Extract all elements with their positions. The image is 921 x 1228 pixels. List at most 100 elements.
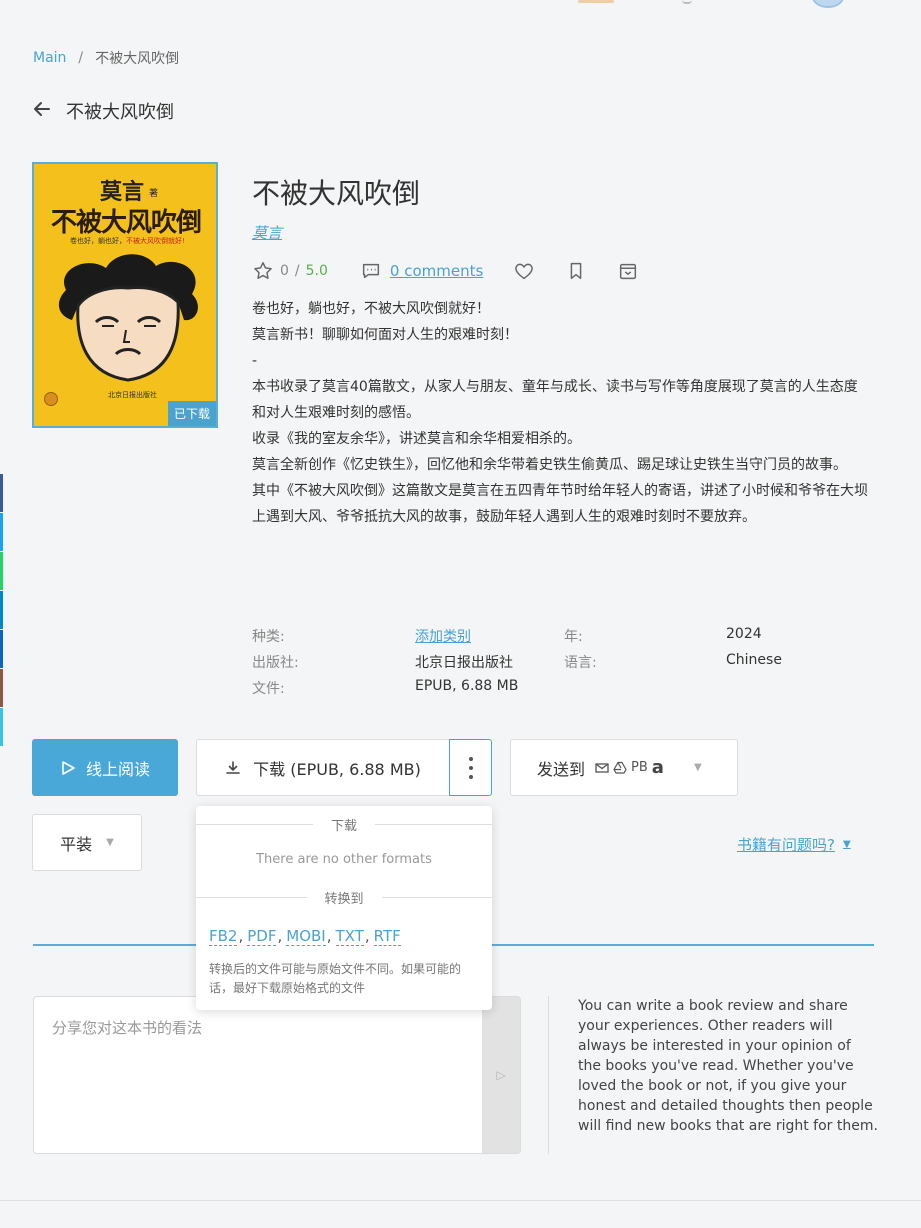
bookmark-icon[interactable] — [565, 260, 587, 282]
convert-mobi[interactable]: MOBI — [286, 927, 326, 946]
share-linkedin[interactable] — [0, 630, 3, 668]
vertical-divider — [548, 996, 549, 1154]
cover-face-illustration — [58, 254, 198, 382]
pocketbook-label: PB — [631, 760, 648, 775]
rating-max: 5.0 — [305, 263, 328, 279]
breadcrumb: Main / 不被大风吹倒 — [33, 48, 179, 68]
page-title: 不被大风吹倒 — [66, 102, 174, 123]
download-header: 下载 — [331, 819, 358, 834]
cover-medal-icon — [44, 392, 58, 406]
send-to-label: 发送到 — [537, 759, 586, 779]
play-icon — [62, 760, 75, 775]
more-formats-button[interactable] — [449, 739, 492, 796]
breadcrumb-current: 不被大风吹倒 — [95, 51, 180, 67]
review-submit-button[interactable]: ▷ — [482, 997, 520, 1153]
breadcrumb-home[interactable]: Main — [33, 50, 66, 66]
cover-tagline: 卷也好，躺也好，不被大风吹倒就好! — [70, 237, 185, 245]
binding-label: 平装 — [60, 834, 93, 854]
heart-icon[interactable] — [513, 260, 535, 282]
convert-pdf[interactable]: PDF — [247, 927, 277, 946]
share-facebook[interactable] — [0, 474, 3, 512]
google-drive-icon — [613, 761, 627, 774]
convert-fb2[interactable]: FB2 — [209, 927, 238, 946]
share-other[interactable] — [0, 669, 3, 707]
footer-divider — [0, 1200, 921, 1201]
share-sidebar — [0, 474, 3, 746]
book-title: 不被大风吹倒 — [252, 177, 421, 210]
convert-formats: FB2, PDF, MOBI, TXT, RTF — [209, 927, 401, 946]
chevron-down-icon: ▼ — [693, 762, 702, 773]
archive-icon[interactable] — [617, 260, 639, 282]
add-category-link[interactable]: 添加类别 — [415, 629, 471, 645]
review-input[interactable] — [34, 997, 484, 1153]
email-icon — [595, 762, 609, 773]
file-label: 文件: — [252, 681, 285, 697]
review-hint: You can write a book review and share yo… — [578, 998, 878, 1134]
publisher-label: 出版社: — [252, 655, 299, 671]
description-line: 本书收录了莫言40篇散文，从家人与朋友、童年与成长、读书与写作等角度展现了莫言的… — [252, 379, 858, 421]
category-label: 种类: — [252, 629, 285, 645]
arrow-left-icon[interactable] — [32, 99, 52, 124]
back-row: 不被大风吹倒 — [32, 98, 174, 124]
language-label: 语言: — [564, 655, 597, 671]
amazon-kindle-icon: a — [651, 757, 664, 778]
review-box: ▷ — [33, 996, 521, 1154]
publisher-value: 北京日报出版社 — [415, 655, 513, 671]
star-icon — [254, 262, 272, 279]
description-line: 其中《不被大风吹倒》这篇散文是莫言在五四青年节时给年轻人的寄语，讲述了小时候和爷… — [252, 483, 868, 525]
convert-rtf[interactable]: RTF — [373, 927, 401, 946]
download-formats-dropdown: 下载 There are no other formats 转换到 FB2, P… — [196, 806, 493, 1010]
caret-down-icon: ▼ — [842, 839, 851, 850]
book-description: 卷也好，躺也好，不被大风吹倒就好！ 莫言新书！聊聊如何面对人生的艰难时刻！ - … — [252, 296, 868, 530]
read-online-label: 线上阅读 — [85, 759, 150, 779]
download-label: 下载 (EPUB, 6.88 MB) — [253, 759, 421, 779]
cover-author-suffix: 著 — [149, 189, 159, 199]
no-formats-message: There are no other formats — [256, 852, 432, 867]
comments-link[interactable]: 0 comments — [390, 262, 483, 280]
binding-select[interactable]: 平装 ▼ — [32, 814, 142, 871]
book-cover[interactable]: 莫言 著 不被大风吹倒 卷也好，躺也好，不被大风吹倒就好! 北京日报出版社 已下… — [32, 162, 218, 428]
language-value: Chinese — [726, 652, 782, 668]
convert-header: 转换到 — [324, 892, 364, 907]
top-header-remnant — [0, 0, 921, 12]
breadcrumb-separator: / — [78, 50, 84, 66]
share-telegram[interactable] — [0, 591, 3, 629]
description-line: 莫言新书！聊聊如何面对人生的艰难时刻！ — [252, 327, 518, 343]
read-online-button[interactable]: 线上阅读 — [32, 739, 178, 796]
description-line: 莫言全新创作《忆史铁生》，回忆他和余华带着史铁生偷黄瓜、踢足球让史铁生当守门员的… — [252, 457, 847, 473]
year-value: 2024 — [726, 626, 762, 642]
dropdown-section-convert: 转换到 — [196, 888, 493, 907]
description-line: - — [252, 353, 258, 369]
share-twitter[interactable] — [0, 513, 3, 551]
downloaded-badge: 已下载 — [167, 401, 216, 426]
send-to-button[interactable]: 发送到 PB a ▼ — [510, 739, 738, 796]
header-icon-partial[interactable] — [578, 0, 614, 3]
chevron-down-icon: ▼ — [106, 837, 114, 848]
book-meta-row: 0 / 5.0 0 comments — [252, 258, 639, 284]
header-icon-partial[interactable] — [682, 0, 692, 4]
description-line: 收录《我的室友余华》，讲述莫言和余华相爱相杀的。 — [252, 431, 581, 447]
share-whatsapp[interactable] — [0, 552, 3, 590]
download-icon — [226, 760, 240, 774]
cover-title: 不被大风吹倒 — [50, 208, 202, 238]
author-link[interactable]: 莫言 — [252, 222, 282, 243]
rating-separator: / — [294, 263, 300, 279]
send-targets: PB a — [595, 757, 664, 778]
rating-score: 0 — [280, 263, 289, 279]
download-button[interactable]: 下载 (EPUB, 6.88 MB) — [196, 739, 450, 796]
cover-publisher: 北京日报出版社 — [108, 391, 157, 399]
more-vertical-icon — [468, 756, 473, 779]
convert-txt[interactable]: TXT — [335, 927, 364, 946]
share-copy[interactable] — [0, 708, 3, 746]
comment-icon — [362, 263, 379, 279]
dropdown-section-download: 下载 — [196, 815, 493, 834]
convert-note: 转换后的文件可能与原始文件不同。如果可能的话，最好下载原始格式的文件 — [209, 962, 462, 995]
book-problem-label: 书籍有问题吗? — [737, 836, 835, 854]
description-line: 卷也好，躺也好，不被大风吹倒就好！ — [252, 301, 490, 317]
rating[interactable]: 0 / 5.0 — [252, 260, 328, 282]
avatar[interactable] — [812, 0, 844, 8]
comments[interactable]: 0 comments — [360, 260, 483, 282]
book-problem-link[interactable]: 书籍有问题吗? ▼ — [737, 834, 851, 855]
file-value: EPUB, 6.88 MB — [415, 678, 519, 694]
send-arrow-icon: ▷ — [496, 1068, 506, 1082]
